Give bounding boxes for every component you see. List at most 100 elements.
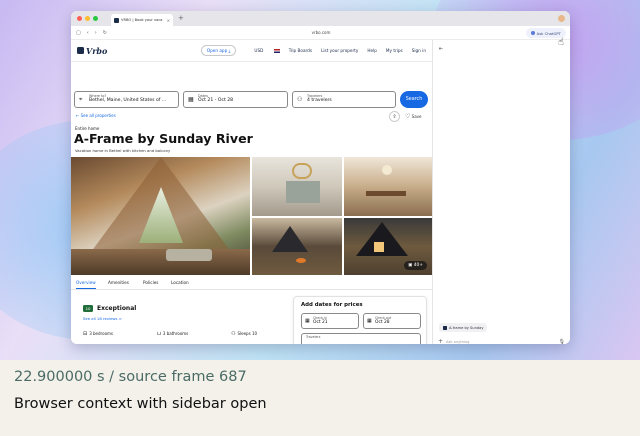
travelers-value: 4 travelers (307, 98, 332, 103)
booking-travelers-field[interactable]: Travelers (301, 333, 421, 344)
checkin-value: Oct 21 (313, 320, 328, 325)
back-arrow-icon[interactable]: ‹ (87, 30, 89, 36)
location-pin-icon: ⌖ (79, 96, 83, 103)
chatgpt-sidebar: ⇤ A-frame by Sunday + Ask anything 🎙 (433, 40, 570, 344)
nav-sign-in[interactable]: Sign in (412, 48, 426, 53)
maximize-window-button[interactable] (93, 16, 98, 21)
property-subtitle: Vacation home in Bethel with kitchen and… (75, 148, 171, 153)
checkout-field[interactable]: ▦ Check-out Oct 28 (363, 313, 421, 329)
sidebar-toggle-icon[interactable]: ▢ (76, 30, 81, 36)
feature-bedrooms: ⊟ 3 bedrooms (83, 331, 113, 337)
photo-exterior-night[interactable]: ▣ 40+ (344, 218, 432, 275)
travelers-field[interactable]: ⚇ Travelers 4 travelers (292, 91, 396, 108)
photo-dining[interactable] (344, 157, 432, 216)
fire-shape (296, 258, 306, 263)
page-context-chip[interactable]: A-frame by Sunday (439, 323, 488, 332)
photo-count-button[interactable]: ▣ 40+ (404, 261, 427, 270)
nav-help[interactable]: Help (367, 48, 377, 53)
listing-tabs: Overview Amenities Policies Location (71, 276, 432, 290)
feature-label: Sleeps 10 (237, 331, 258, 336)
nav-my-trips[interactable]: My trips (386, 48, 403, 53)
calendar-icon: ▦ (367, 318, 372, 324)
tab-title: VRBO | Book your vaca (121, 18, 163, 22)
rating-score-badge: 10 (83, 305, 93, 312)
chatgpt-icon (530, 31, 535, 35)
photo-bathroom[interactable] (252, 157, 342, 216)
description-caption: Browser context with sidebar open (14, 396, 267, 412)
vrbo-logo[interactable]: Vrbo (77, 46, 107, 56)
gallery-icon: ▣ (408, 263, 413, 268)
open-app-button[interactable]: Open app ⤓ (200, 45, 237, 56)
floor-shape (71, 249, 250, 275)
search-bar: ⌖ Where to? Bethel, Maine, United States… (74, 91, 430, 109)
chat-input[interactable]: Ask anything (446, 340, 469, 344)
photo-gallery: ▣ 40+ (71, 157, 432, 275)
see-all-properties-link[interactable]: ← See all properties (76, 113, 116, 118)
sofa-shape (166, 249, 212, 261)
heart-icon: ♡ (405, 113, 411, 120)
tab-location[interactable]: Location (171, 280, 189, 285)
people-icon: ⚇ (231, 331, 236, 337)
where-field[interactable]: ⌖ Where to? Bethel, Maine, United States… (74, 91, 179, 108)
page-title: A-Frame by Sunday River (74, 131, 253, 146)
photo-firepit[interactable] (252, 218, 342, 275)
vrbo-logo-icon (77, 47, 84, 54)
feature-label: 3 bedrooms (89, 331, 113, 336)
currency-selector[interactable]: USD (245, 48, 280, 53)
desktop-background: VRBO | Book your vaca × + ▢ ‹ › ↻ vrbo.c… (0, 0, 640, 360)
rating-label: Exceptional (97, 305, 137, 312)
dates-field[interactable]: ▦ Dates Oct 21 - Oct 28 (183, 91, 288, 108)
bath-icon: ⊔ (157, 331, 161, 337)
browser-toolbar: ▢ ‹ › ↻ vrbo.com Ask ChatGPT (71, 26, 570, 40)
feature-label: 3 bathrooms (162, 331, 189, 336)
logo-text: Vrbo (86, 45, 108, 56)
tab-overview[interactable]: Overview (76, 280, 96, 289)
tab-amenities[interactable]: Amenities (108, 280, 129, 285)
timestamp-caption: 22.900000 s / source frame 687 (14, 369, 247, 385)
table-shape (366, 191, 406, 196)
see-reviews-link[interactable]: See all 18 reviews > (83, 316, 122, 321)
calendar-icon: ▦ (305, 318, 310, 324)
where-value: Bethel, Maine, United States of ... (89, 98, 167, 103)
forward-arrow-icon[interactable]: › (95, 30, 97, 36)
reload-icon[interactable]: ↻ (103, 30, 107, 36)
lamp-shape (382, 165, 392, 175)
save-button[interactable]: ♡ Save (405, 113, 422, 120)
browser-window: VRBO | Book your vaca × + ▢ ‹ › ↻ vrbo.c… (71, 11, 570, 344)
close-tab-icon[interactable]: × (167, 18, 170, 23)
share-icon[interactable]: ⇪ (389, 111, 400, 122)
photo-count: 40+ (413, 263, 423, 268)
nav-trip-boards[interactable]: Trip Boards (289, 48, 312, 53)
search-button[interactable]: Search (400, 91, 428, 108)
profile-avatar[interactable] (558, 15, 565, 22)
browser-tab[interactable]: VRBO | Book your vaca × (111, 14, 173, 26)
photo-living-room[interactable] (71, 157, 250, 275)
close-window-button[interactable] (77, 16, 82, 21)
tab-policies[interactable]: Policies (143, 280, 159, 285)
new-tab-button[interactable]: + (178, 15, 184, 22)
calendar-icon: ▦ (188, 96, 194, 103)
person-icon: ⚇ (297, 96, 303, 103)
vrbo-page: Vrbo Open app ⤓ USD Trip Boards List you… (71, 40, 433, 344)
booking-panel: Add dates for prices ▦ Check-in Oct 21 ▦… (293, 296, 427, 344)
currency-label: USD (254, 48, 264, 53)
see-all-label: See all properties (80, 113, 116, 118)
save-label: Save (411, 114, 422, 119)
collapse-sidebar-icon[interactable]: ⇤ (439, 46, 443, 52)
url-bar[interactable]: vrbo.com (251, 30, 391, 35)
microphone-icon[interactable]: 🎙 (559, 339, 565, 344)
plus-icon[interactable]: + (438, 339, 443, 345)
bed-icon: ⊟ (83, 331, 88, 337)
hand-cursor-icon: ☝ (557, 37, 564, 48)
minimize-window-button[interactable] (85, 16, 90, 21)
ask-chatgpt-label: Ask ChatGPT (536, 30, 561, 36)
window-glow-shape (374, 242, 384, 252)
checkin-field[interactable]: ▦ Check-in Oct 21 (301, 313, 359, 329)
feature-bathrooms: ⊔ 3 bathrooms (157, 331, 188, 337)
nav-list-property[interactable]: List your property (321, 48, 358, 53)
mirror-shape (292, 163, 312, 179)
checkout-value: Oct 28 (375, 320, 390, 325)
chat-input-row: + Ask anything 🎙 (438, 337, 565, 345)
site-nav: Open app ⤓ USD Trip Boards List your pro… (192, 45, 426, 56)
booking-heading: Add dates for prices (301, 302, 363, 308)
